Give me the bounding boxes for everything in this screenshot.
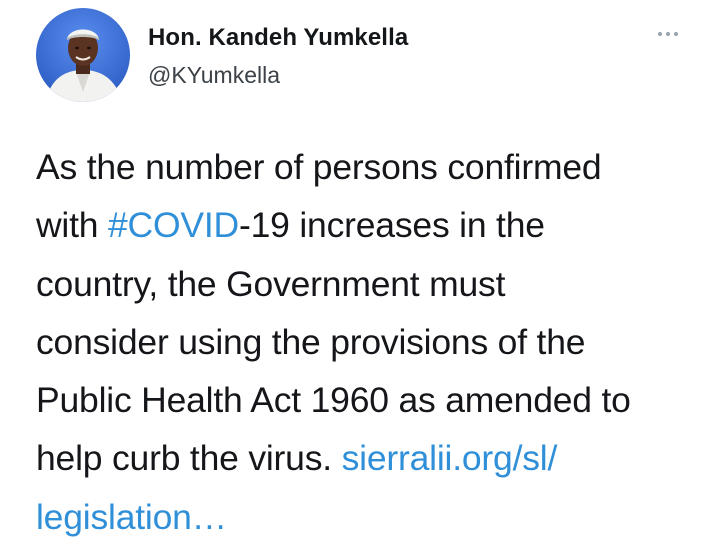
more-dots-icon (674, 32, 678, 36)
tweet-line: with #COVID-19 increases in the (36, 196, 716, 254)
hashtag-link[interactable]: #COVID (108, 205, 239, 245)
url-link-continued[interactable]: legislation… (36, 497, 227, 537)
tweet-text-segment: help curb the virus. (36, 438, 342, 479)
profile-photo-icon (36, 8, 130, 102)
tweet-text-segment: -19 increases in the (238, 205, 545, 246)
author-name[interactable]: Hon. Kandeh Yumkella (148, 24, 408, 52)
tweet-line: legislation… (36, 488, 716, 546)
tweet-text: As the number of persons confirmed with … (36, 138, 716, 546)
tweet-line: Public Health Act 1960 as amended to (36, 380, 631, 421)
tweet-line: help curb the virus. sierralii.org/sl/ (36, 429, 716, 487)
tweet-card: Hon. Kandeh Yumkella @KYumkella As the n… (0, 0, 720, 551)
url-link[interactable]: sierralii.org/sl/ (342, 438, 558, 478)
tweet-line: country, the Government must (36, 263, 506, 304)
tweet-line: As the number of persons confirmed (36, 147, 602, 187)
more-dots-icon (658, 32, 662, 36)
author-handle[interactable]: @KYumkella (148, 62, 280, 89)
more-dots-icon (666, 32, 670, 36)
avatar[interactable] (36, 8, 130, 102)
tweet-line: consider using the provisions of the (36, 321, 586, 362)
more-options-button[interactable] (650, 22, 686, 46)
tweet-text-segment: with (36, 205, 108, 246)
